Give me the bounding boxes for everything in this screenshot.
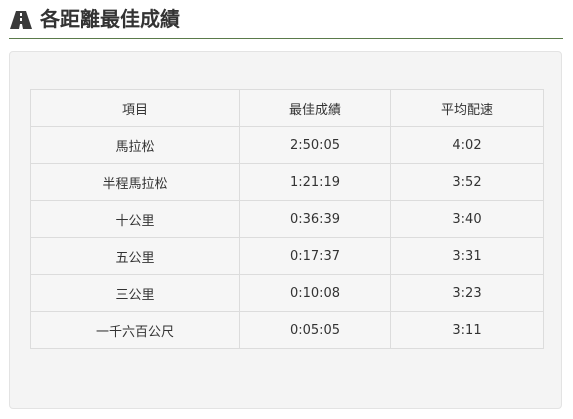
pace-cell: 3:23 [390,274,544,312]
table-row: 五公里 0:17:37 3:31 [30,237,544,275]
pace-cell: 3:11 [390,311,544,349]
best-time-cell: 2:50:05 [239,126,391,164]
table-row: 十公里 0:36:39 3:40 [30,200,544,238]
page: 各距離最佳成績 項目 最佳成績 平均配速 馬拉松 2:50:05 4:02 半程… [0,0,573,419]
pace-cell: 3:40 [390,200,544,238]
table-row: 馬拉松 2:50:05 4:02 [30,126,544,164]
column-header-best: 最佳成績 [239,89,391,127]
records-table: 項目 最佳成績 平均配速 馬拉松 2:50:05 4:02 半程馬拉松 1:21… [30,89,544,349]
table-row: 一千六百公尺 0:05:05 3:11 [30,311,544,349]
column-header-pace: 平均配速 [390,89,544,127]
records-panel: 項目 最佳成績 平均配速 馬拉松 2:50:05 4:02 半程馬拉松 1:21… [9,51,562,409]
section-title: 各距離最佳成績 [40,7,180,31]
event-cell: 馬拉松 [30,126,240,164]
event-cell: 十公里 [30,200,240,238]
road-icon [10,11,32,29]
table-header-row: 項目 最佳成績 平均配速 [30,89,544,127]
pace-cell: 3:52 [390,163,544,201]
best-time-cell: 0:10:08 [239,274,391,312]
event-cell: 一千六百公尺 [30,311,240,349]
event-cell: 三公里 [30,274,240,312]
pace-cell: 4:02 [390,126,544,164]
best-time-cell: 1:21:19 [239,163,391,201]
best-time-cell: 0:05:05 [239,311,391,349]
pace-cell: 3:31 [390,237,544,275]
section-header: 各距離最佳成績 [9,0,563,39]
table-row: 三公里 0:10:08 3:23 [30,274,544,312]
event-cell: 半程馬拉松 [30,163,240,201]
best-time-cell: 0:17:37 [239,237,391,275]
table-row: 半程馬拉松 1:21:19 3:52 [30,163,544,201]
event-cell: 五公里 [30,237,240,275]
best-time-cell: 0:36:39 [239,200,391,238]
column-header-event: 項目 [30,89,240,127]
